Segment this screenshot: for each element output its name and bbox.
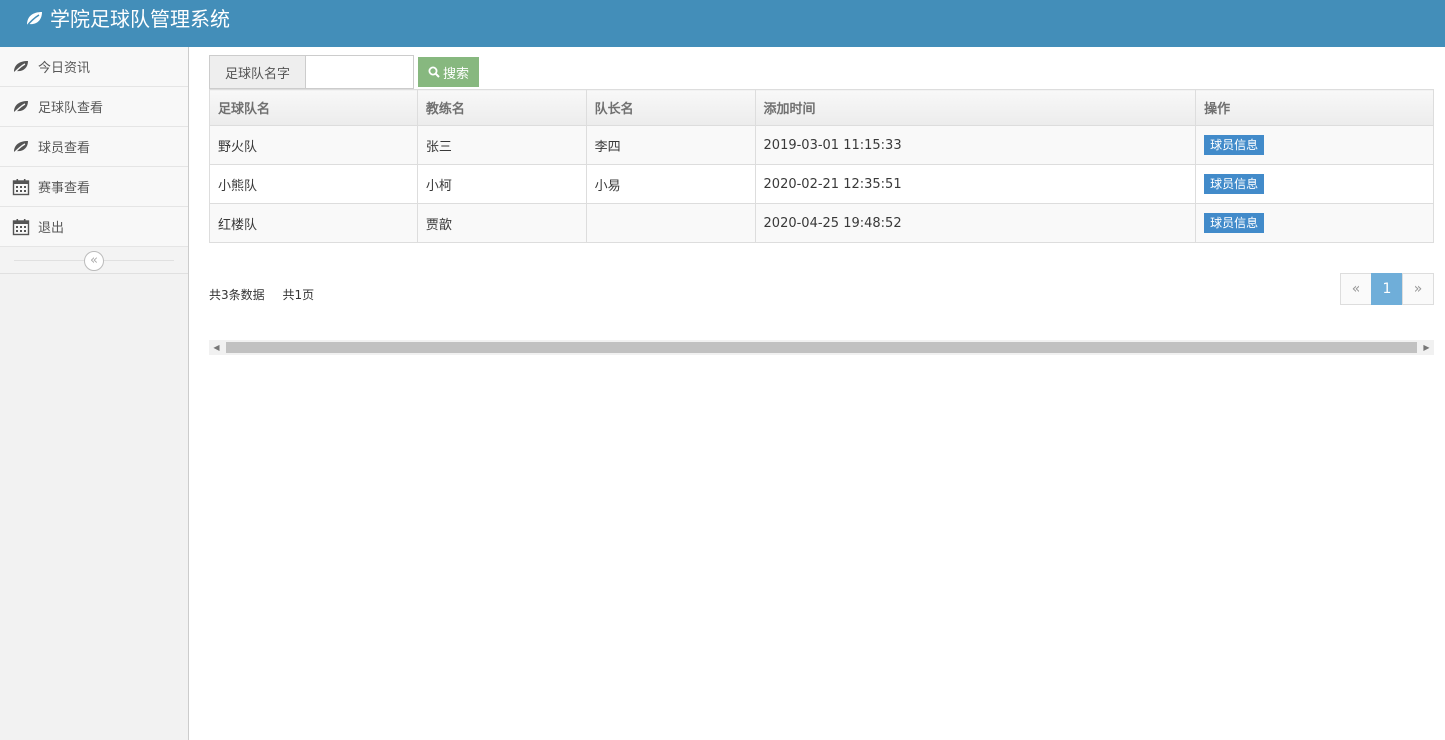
table-row[interactable]: 小熊队 小柯 小易 2020-02-21 12:35:51 球员信息 [209,164,1434,204]
search-icon [428,66,440,78]
cell-captain [585,203,756,243]
horizontal-scrollbar[interactable]: ◀ ▶ [209,340,1434,355]
top-navbar: 学院足球队管理系统 [0,0,1445,47]
column-header-action: 操作 [1195,89,1434,126]
sidebar-item-teams[interactable]: 足球队查看 [0,87,188,127]
sidebar: 今日资讯 足球队查看 球员查看 赛事查看 退出 « [0,47,189,740]
player-info-button[interactable]: 球员信息 [1204,135,1265,155]
pagination-next-button[interactable]: » [1402,273,1434,305]
cell-time: 2020-02-21 12:35:51 [754,164,1197,204]
sidebar-item-label: 球员查看 [38,141,91,156]
cell-team: 野火队 [209,125,418,165]
table-row[interactable]: 野火队 张三 李四 2019-03-01 11:15:33 球员信息 [209,125,1434,165]
column-header-coach[interactable]: 教练名 [416,89,587,126]
table-header-row: 足球队名 教练名 队长名 添加时间 操作 [209,89,1434,126]
sidebar-item-label: 赛事查看 [38,181,91,196]
calendar-icon [12,178,30,196]
cell-time: 2020-04-25 19:48:52 [754,203,1197,243]
calendar-icon [12,218,30,236]
search-label: 足球队名字 [209,55,305,89]
sidebar-item-news[interactable]: 今日资讯 [0,47,188,87]
record-count: 共3条数据 共1页 [209,286,328,303]
scroll-right-arrow-icon[interactable]: ▶ [1419,340,1434,355]
sidebar-item-label: 今日资讯 [38,61,91,76]
search-button[interactable]: 搜索 [418,57,479,87]
column-header-captain[interactable]: 队长名 [585,89,756,126]
scrollbar-thumb[interactable] [226,342,1417,353]
cell-action: 球员信息 [1195,125,1434,165]
brand[interactable]: 学院足球队管理系统 [24,7,230,31]
cell-team: 小熊队 [209,164,418,204]
sidebar-item-players[interactable]: 球员查看 [0,127,188,167]
leaf-icon [25,12,42,28]
sidebar-item-logout[interactable]: 退出 [0,207,188,247]
cell-coach: 贾歆 [416,203,587,243]
cell-captain: 李四 [585,125,756,165]
cell-time: 2019-03-01 11:15:33 [754,125,1197,165]
table-row[interactable]: 红楼队 贾歆 2020-04-25 19:48:52 球员信息 [209,203,1434,243]
cell-coach: 张三 [416,125,587,165]
leaf-icon [12,138,30,156]
cell-action: 球员信息 [1195,164,1434,204]
total-records-text: 共3条数据 [209,288,265,302]
sidebar-collapse-row: « [0,247,188,274]
leaf-icon [12,58,30,76]
sidebar-item-label: 足球队查看 [38,101,104,116]
sidebar-item-label: 退出 [38,221,65,236]
cell-coach: 小柯 [416,164,587,204]
cell-team: 红楼队 [209,203,418,243]
cell-action: 球员信息 [1195,203,1434,243]
column-header-time[interactable]: 添加时间 [754,89,1197,126]
pagination: « 1 » [1340,273,1434,305]
leaf-icon [12,98,30,116]
player-info-button[interactable]: 球员信息 [1204,213,1265,233]
total-pages-text: 共1页 [282,288,315,302]
cell-captain: 小易 [585,164,756,204]
search-bar: 足球队名字 搜索 [209,55,1434,89]
table-footer: 共3条数据 共1页 « 1 » [209,273,1434,333]
column-header-team[interactable]: 足球队名 [209,89,418,126]
main-content: 足球队名字 搜索 足球队名 教练名 队长名 添加时间 操作 野火队 张三 李四 … [209,55,1434,333]
double-chevron-left-icon[interactable]: « [84,251,104,271]
team-table: 足球队名 教练名 队长名 添加时间 操作 野火队 张三 李四 2019-03-0… [209,89,1434,243]
search-button-label: 搜索 [442,66,469,82]
player-info-button[interactable]: 球员信息 [1204,174,1265,194]
team-name-input[interactable] [305,55,414,89]
sidebar-item-matches[interactable]: 赛事查看 [0,167,188,207]
pagination-page-1[interactable]: 1 [1371,273,1403,305]
scroll-left-arrow-icon[interactable]: ◀ [209,340,224,355]
pagination-prev-button[interactable]: « [1340,273,1372,305]
app-title: 学院足球队管理系统 [50,7,230,31]
